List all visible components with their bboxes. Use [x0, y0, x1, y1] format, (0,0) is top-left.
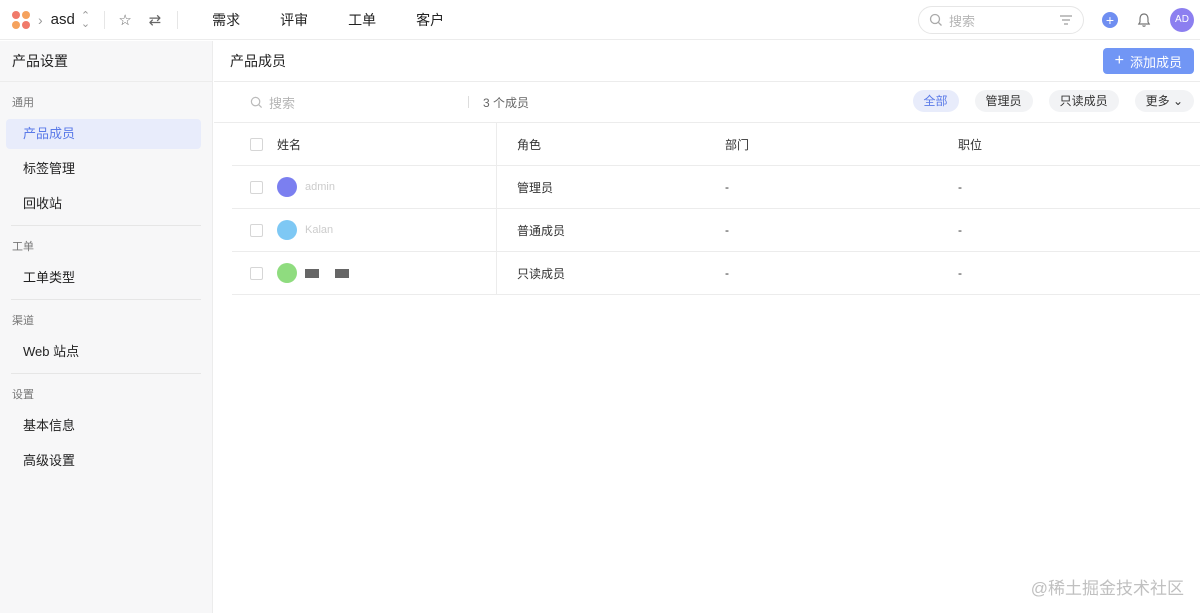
- table-row[interactable]: admin 管理员 - -: [232, 166, 1200, 209]
- avatar: [277, 220, 297, 240]
- member-name-cell: admin: [232, 166, 497, 208]
- member-position: -: [958, 266, 962, 280]
- column-role: 角色: [517, 137, 542, 152]
- filter-admins[interactable]: 管理员: [974, 90, 1033, 112]
- group-label: 通用: [12, 97, 34, 109]
- sidebar-item-members[interactable]: 产品成员: [6, 119, 201, 149]
- divider: [104, 10, 106, 29]
- member-role: 普通成员: [517, 223, 566, 238]
- nav-item-tickets[interactable]: 工单: [328, 10, 396, 30]
- member-department: -: [725, 180, 729, 194]
- plus-icon: +: [1114, 52, 1124, 69]
- filter-more[interactable]: 更多 ⌄: [1134, 90, 1194, 112]
- group-label: 渠道: [12, 315, 34, 327]
- row-checkbox[interactable]: [250, 223, 263, 237]
- filter-readonly[interactable]: 只读成员: [1048, 90, 1119, 112]
- column-name: 姓名: [232, 123, 497, 165]
- divider: [468, 96, 469, 108]
- avatar: [277, 263, 297, 283]
- sidebar-item-advanced-settings[interactable]: 高级设置: [6, 446, 201, 476]
- search-icon: [929, 13, 942, 26]
- chevron-right-icon: ›: [38, 11, 43, 28]
- filter-all[interactable]: 全部: [912, 90, 959, 112]
- member-search-input[interactable]: 搜索: [250, 93, 468, 112]
- column-label: 姓名: [277, 137, 302, 152]
- group-label: 工单: [12, 241, 34, 253]
- sidebar-group-tickets: 工单 工单类型: [0, 226, 212, 293]
- member-position: -: [958, 223, 962, 237]
- top-bar: › asd ⌃ ⌄ ☆ ⇄ 需求 评审 工单 客户 搜索 + AD: [0, 0, 1200, 40]
- add-member-button[interactable]: + 添加成员: [1102, 48, 1194, 74]
- sidebar-item-recycle-bin[interactable]: 回收站: [6, 189, 201, 219]
- main-nav: 需求 评审 工单 客户: [192, 10, 464, 30]
- member-department: -: [725, 266, 729, 280]
- main-header: 产品成员 + 添加成员: [214, 41, 1200, 82]
- sidebar-item-tags[interactable]: 标签管理: [6, 154, 201, 184]
- member-role: 管理员: [517, 180, 554, 195]
- search-icon: [250, 96, 263, 108]
- member-role: 只读成员: [517, 266, 566, 281]
- select-all-checkbox[interactable]: [250, 137, 263, 151]
- create-icon[interactable]: +: [1102, 12, 1118, 28]
- top-right-actions: 搜索 + AD: [918, 0, 1200, 40]
- role-filters: 全部 管理员 只读成员 更多 ⌄: [897, 90, 1194, 112]
- settings-sidebar: 产品设置 通用 产品成员 标签管理 回收站 工单 工单类型 渠道 Web 站点 …: [0, 41, 213, 613]
- nav-item-review[interactable]: 评审: [260, 10, 328, 30]
- member-position: -: [958, 180, 962, 194]
- member-department: -: [725, 223, 729, 237]
- nav-item-customers[interactable]: 客户: [396, 10, 464, 30]
- star-icon[interactable]: ☆: [115, 10, 135, 30]
- avatar: [277, 177, 297, 197]
- filter-icon[interactable]: [1059, 14, 1073, 26]
- divider: [177, 10, 179, 29]
- sidebar-group-general: 通用 产品成员 标签管理 回收站: [0, 82, 212, 219]
- row-checkbox[interactable]: [250, 266, 263, 280]
- member-count: 3 个成员: [483, 95, 530, 110]
- sidebar-group-channels: 渠道 Web 站点: [0, 300, 212, 367]
- more-label: 更多: [1145, 94, 1170, 108]
- main-content: 产品成员 + 添加成员 搜索 3 个成员 全部 管理员 只读成员 更多 ⌄ 姓名…: [214, 41, 1200, 613]
- column-position: 职位: [958, 137, 983, 152]
- sidebar-item-ticket-types[interactable]: 工单类型: [6, 263, 201, 293]
- member-name-redacted: [305, 268, 365, 278]
- watermark: @稀土掘金技术社区: [1030, 579, 1184, 598]
- global-search-input[interactable]: 搜索: [918, 6, 1084, 34]
- table-row[interactable]: Kalan 普通成员 - -: [232, 209, 1200, 252]
- member-name-cell: Kalan: [232, 209, 497, 251]
- switch-project-icon[interactable]: ⌃ ⌄: [81, 10, 90, 29]
- project-name[interactable]: asd: [51, 11, 75, 28]
- member-name-cell: [232, 252, 497, 294]
- table-header: 姓名 角色 部门 职位: [232, 123, 1200, 166]
- search-placeholder: 搜索: [949, 13, 976, 29]
- sidebar-item-basic-info[interactable]: 基本信息: [6, 411, 201, 441]
- add-member-label: 添加成员: [1129, 54, 1182, 70]
- member-name: admin: [305, 181, 335, 193]
- nav-item-requirements[interactable]: 需求: [192, 10, 260, 30]
- filter-bar: 搜索 3 个成员 全部 管理员 只读成员 更多 ⌄: [214, 82, 1200, 123]
- row-checkbox[interactable]: [250, 180, 263, 194]
- user-avatar[interactable]: AD: [1170, 8, 1194, 32]
- sidebar-group-settings: 设置 基本信息 高级设置: [0, 374, 212, 476]
- swap-icon[interactable]: ⇄: [145, 10, 165, 30]
- sidebar-item-web-site[interactable]: Web 站点: [6, 337, 201, 367]
- table-row[interactable]: 只读成员 - -: [232, 252, 1200, 295]
- member-name: Kalan: [305, 224, 334, 236]
- page-title: 产品成员: [230, 53, 286, 69]
- column-department: 部门: [725, 137, 750, 152]
- group-label: 设置: [12, 389, 34, 401]
- members-table: 姓名 角色 部门 职位 admin 管理员 - - Kalan 普通成员 - -…: [232, 123, 1200, 295]
- app-logo-icon[interactable]: [12, 10, 30, 29]
- sidebar-title: 产品设置: [0, 41, 212, 82]
- search-placeholder: 搜索: [269, 95, 296, 111]
- chevron-down-icon: ⌄: [1172, 94, 1183, 108]
- notification-bell-icon[interactable]: [1136, 12, 1152, 28]
